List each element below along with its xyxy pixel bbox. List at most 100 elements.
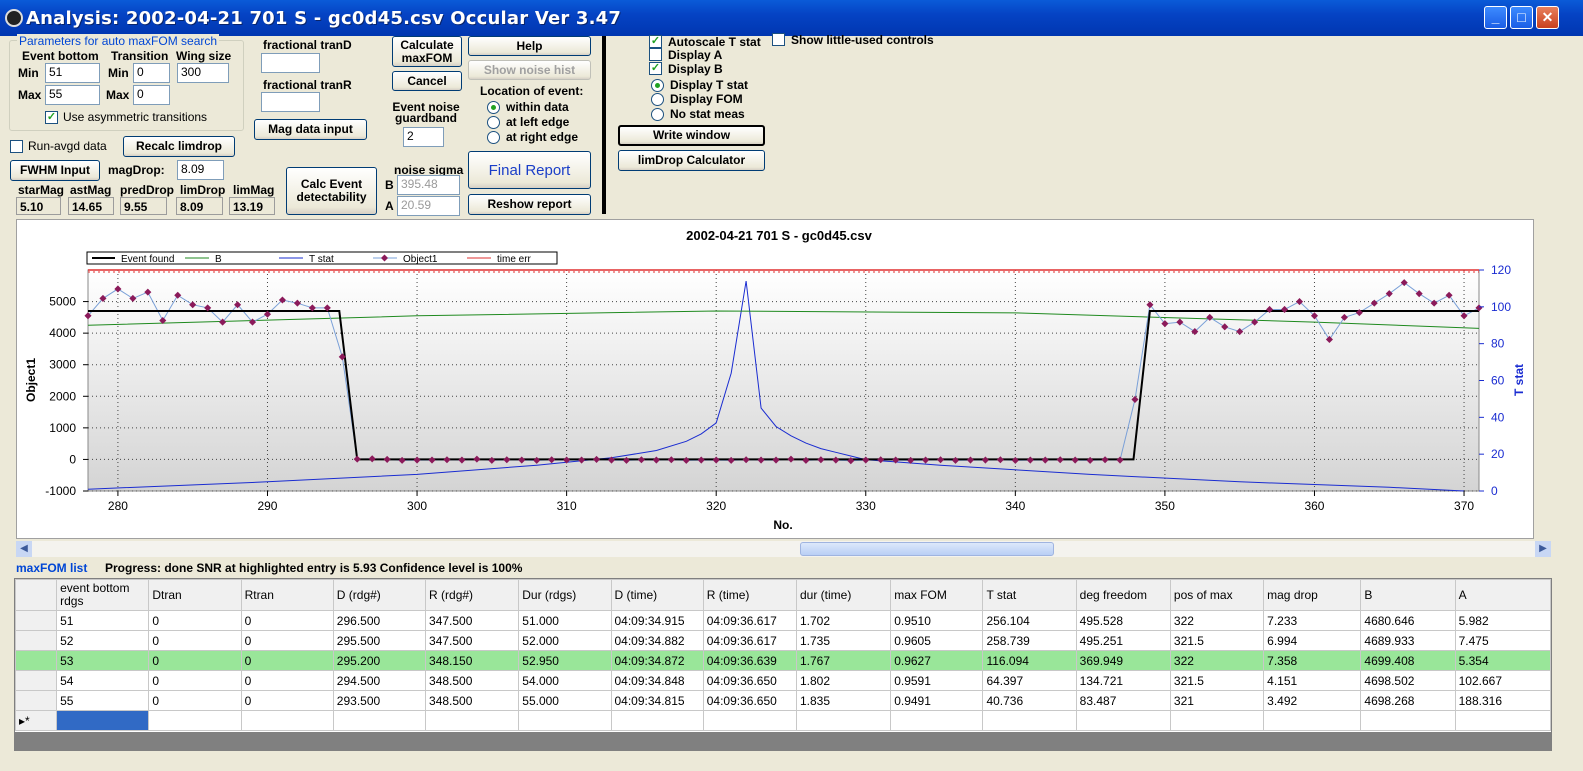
no-stat-radio[interactable] (651, 108, 664, 121)
limdrop-calculator-button[interactable]: limDrop Calculator (618, 150, 765, 171)
maximize-button[interactable]: □ (1510, 6, 1533, 29)
table-cell[interactable]: 51.000 (518, 610, 612, 631)
table-cell[interactable]: 7.233 (1263, 610, 1362, 631)
col-header[interactable]: pos of max (1169, 579, 1265, 611)
write-window-button[interactable]: Write window (618, 125, 765, 146)
table-cell[interactable] (1169, 710, 1265, 731)
use-asym-checkbox[interactable]: ✓ (45, 111, 58, 124)
fractional-trand-input[interactable] (261, 53, 320, 73)
scroll-left-icon[interactable]: ◀ (16, 541, 32, 557)
table-row[interactable]: 51 0 0 296.500 347.500 51.000 04:09:34.915 04:0… (14, 610, 1552, 631)
table-cell[interactable]: 4.151 (1263, 670, 1362, 691)
table-cell[interactable]: 322 (1169, 610, 1265, 631)
table-cell[interactable]: 321.5 (1169, 630, 1265, 651)
col-header[interactable]: Rtran (240, 579, 334, 611)
table-cell[interactable]: 53 (56, 650, 150, 671)
event-bottom-max-input[interactable]: 55 (45, 85, 100, 105)
table-cell[interactable]: 495.528 (1075, 610, 1171, 631)
table-cell[interactable]: 54.000 (518, 670, 612, 691)
minimize-button[interactable]: _ (1484, 6, 1507, 29)
table-cell[interactable]: 6.994 (1263, 630, 1362, 651)
table-cell[interactable]: 294.500 (332, 670, 427, 691)
col-header[interactable]: deg freedom (1075, 579, 1171, 611)
table-cell[interactable]: 04:09:34.848 (610, 670, 704, 691)
table-cell[interactable]: 04:09:34.815 (610, 690, 704, 711)
wing-size-input[interactable]: 300 (177, 63, 229, 83)
table-cell[interactable]: 4698.268 (1360, 690, 1456, 711)
chart-horizontal-scrollbar[interactable]: ◀ ▶ (16, 541, 1551, 557)
row-header[interactable] (14, 610, 58, 631)
table-cell[interactable]: 1.802 (795, 670, 892, 691)
table-cell[interactable]: 04:09:36.639 (702, 650, 797, 671)
table-row[interactable]: 52 0 0 295.500 347.500 52.000 04:09:34.882 04:0… (14, 630, 1552, 651)
table-cell[interactable] (610, 710, 704, 731)
table-cell[interactable] (1263, 710, 1362, 731)
maxfom-table[interactable]: event bottom rdgs Dtran Rtran D (rdg#) R… (14, 578, 1552, 751)
col-header[interactable]: Dur (rdgs) (518, 579, 612, 611)
table-cell[interactable]: 1.702 (795, 610, 892, 631)
table-cell[interactable]: 0 (240, 630, 334, 651)
row-header[interactable] (14, 670, 58, 691)
table-cell[interactable]: 0.9491 (890, 690, 984, 711)
table-cell[interactable]: 52.000 (518, 630, 612, 651)
table-cell[interactable]: 347.500 (425, 610, 520, 631)
table-cell[interactable]: 0 (240, 690, 334, 711)
run-avgd-checkbox[interactable] (10, 140, 23, 153)
table-cell[interactable]: 0.9591 (890, 670, 984, 691)
table-cell[interactable]: 7.358 (1263, 650, 1362, 671)
row-header[interactable] (14, 690, 58, 711)
table-cell[interactable]: 0 (240, 670, 334, 691)
calc-event-detectability-button[interactable]: Calc Event detectability (286, 167, 377, 215)
table-cell[interactable]: 40.736 (982, 690, 1077, 711)
col-header[interactable]: Dtran (148, 579, 242, 611)
table-cell[interactable] (148, 710, 242, 731)
table-cell[interactable]: 04:09:34.915 (610, 610, 704, 631)
event-bottom-min-input[interactable]: 51 (45, 63, 100, 83)
table-cell[interactable] (1454, 710, 1552, 731)
table-cell[interactable]: 1.735 (795, 630, 892, 651)
col-header[interactable]: D (time) (610, 579, 704, 611)
row-header[interactable] (14, 630, 58, 651)
col-header[interactable]: event bottom rdgs (56, 579, 150, 611)
table-cell[interactable] (56, 710, 150, 731)
table-cell[interactable]: 347.500 (425, 630, 520, 651)
table-cell[interactable]: 4680.646 (1360, 610, 1456, 631)
table-row[interactable]: 54 0 0 294.500 348.500 54.000 04:09:34.848 04:0… (14, 670, 1552, 691)
col-header[interactable]: A (1454, 579, 1552, 611)
col-header[interactable]: dur (time) (795, 579, 892, 611)
table-cell[interactable]: 7.475 (1454, 630, 1552, 651)
col-header[interactable]: D (rdg#) (332, 579, 427, 611)
table-cell[interactable] (425, 710, 520, 731)
table-row[interactable]: 53 0 0 295.200 348.150 52.950 04:09:34.872 04:0… (14, 650, 1552, 671)
table-cell[interactable]: 4698.502 (1360, 670, 1456, 691)
row-header[interactable] (14, 650, 58, 671)
col-header[interactable]: R (rdg#) (425, 579, 520, 611)
table-cell[interactable] (1360, 710, 1456, 731)
table-cell[interactable]: 369.949 (1075, 650, 1171, 671)
table-cell[interactable]: 296.500 (332, 610, 427, 631)
table-cell[interactable] (795, 710, 892, 731)
display-a-checkbox[interactable] (649, 48, 662, 61)
final-report-button[interactable]: Final Report (468, 151, 591, 189)
table-cell[interactable]: 0 (148, 650, 242, 671)
table-cell[interactable]: 04:09:34.872 (610, 650, 704, 671)
table-cell[interactable]: 0.9627 (890, 650, 984, 671)
table-cell[interactable]: 04:09:36.617 (702, 630, 797, 651)
table-cell[interactable]: 0 (148, 670, 242, 691)
display-fom-radio[interactable] (651, 93, 664, 106)
table-cell[interactable]: 134.721 (1075, 670, 1171, 691)
left-edge-radio[interactable] (487, 116, 500, 129)
table-cell[interactable]: 102.667 (1454, 670, 1552, 691)
table-cell[interactable]: 04:09:36.650 (702, 670, 797, 691)
col-header[interactable]: B (1360, 579, 1456, 611)
table-cell[interactable]: 52.950 (518, 650, 612, 671)
table-cell[interactable]: 188.316 (1454, 690, 1552, 711)
table-row[interactable]: 55 0 0 293.500 348.500 55.000 04:09:34.815 04:0… (14, 690, 1552, 711)
table-cell[interactable]: 4689.933 (1360, 630, 1456, 651)
table-cell[interactable]: 64.397 (982, 670, 1077, 691)
table-cell[interactable]: 348.500 (425, 690, 520, 711)
table-cell[interactable]: 3.492 (1263, 690, 1362, 711)
table-cell[interactable] (982, 710, 1077, 731)
right-edge-radio[interactable] (487, 131, 500, 144)
scroll-right-icon[interactable]: ▶ (1535, 541, 1551, 557)
